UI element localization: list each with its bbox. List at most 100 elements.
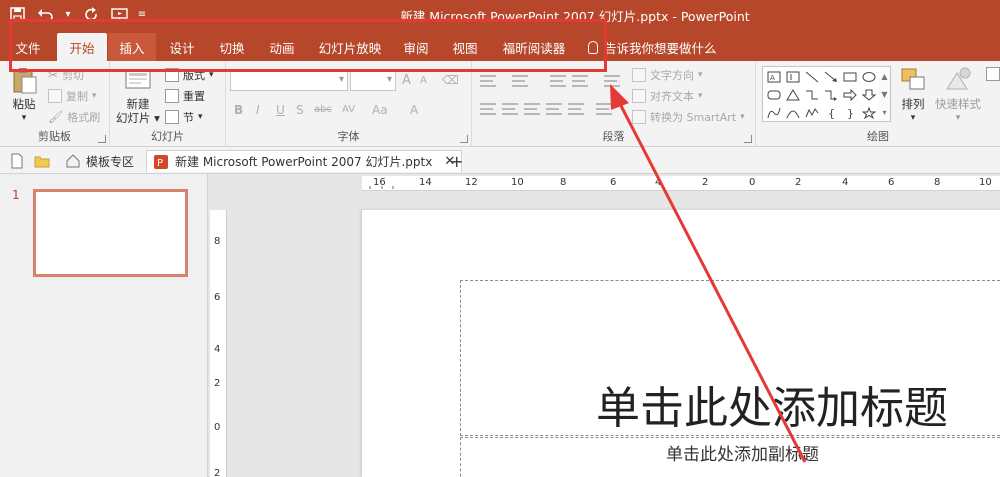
shapes-gallery[interactable]: A { } (762, 66, 880, 122)
svg-text:A: A (770, 74, 775, 82)
open-folder-button[interactable] (28, 150, 56, 172)
clear-formatting-icon[interactable]: ⌫ (442, 73, 459, 87)
scroll-down-icon[interactable]: ▼ (881, 90, 887, 99)
arrange-button[interactable]: 排列 ▾ (894, 65, 932, 125)
gallery-more-icon[interactable]: ▾ (882, 108, 886, 117)
down-arrow-shape-icon[interactable] (859, 86, 878, 104)
character-spacing-button[interactable]: AV (342, 104, 355, 115)
curve-shape-icon[interactable] (764, 104, 783, 122)
distributed-icon[interactable] (568, 103, 584, 115)
doc-tab-templates[interactable]: 模板专区 (60, 150, 140, 172)
decrease-indent-icon[interactable] (550, 75, 566, 87)
shadow-button[interactable]: S (296, 103, 304, 117)
font-color-icon[interactable]: A (410, 103, 418, 117)
textbox-shape-icon[interactable]: A (764, 68, 783, 86)
strikethrough-button[interactable]: abc (314, 104, 332, 115)
align-center-icon[interactable] (502, 103, 518, 115)
align-right-icon[interactable] (524, 103, 540, 115)
convert-smartart-button[interactable]: 转换为 SmartArt ▾ (632, 109, 745, 125)
group-paragraph: 文字方向 ▾ 对齐文本 ▾ 转换为 SmartArt ▾ 段落 (472, 61, 756, 147)
slide-canvas[interactable]: 单击此处添加标题 单击此处添加副标题 (362, 210, 1000, 477)
rounded-rectangle-shape-icon[interactable] (764, 86, 783, 104)
ruler-h-label: 4 (655, 177, 662, 188)
group-font: A A ⌫ B I U S abc AV Aa A 字体 (226, 61, 472, 147)
section-button[interactable]: 节 ▾ (165, 109, 203, 125)
section-icon (165, 110, 179, 124)
slides-group-label: 幻灯片 (151, 130, 184, 143)
reset-label: 重置 (183, 90, 205, 103)
new-file-icon (11, 153, 23, 169)
justify-icon[interactable] (546, 103, 562, 115)
numbering-icon[interactable] (512, 75, 528, 87)
new-tab-button[interactable]: + (444, 150, 469, 172)
tell-me-search[interactable]: 告诉我你想要做什么 (588, 33, 717, 61)
arrow-line-shape-icon[interactable] (821, 68, 840, 86)
oval-shape-icon[interactable] (859, 68, 878, 86)
shrink-font-button[interactable]: A (420, 75, 427, 86)
left-brace-shape-icon[interactable]: { (821, 104, 840, 122)
rectangle-shape-icon[interactable] (840, 68, 859, 86)
ruler-v-label: 8 (214, 236, 221, 247)
smartart-icon (632, 110, 646, 124)
format-painter-button[interactable]: 🖌 格式刷 (48, 109, 100, 125)
copy-button[interactable]: 复制 ▾ (48, 88, 97, 104)
arrange-label: 排列 (901, 97, 925, 111)
change-case-button[interactable]: Aa (372, 103, 388, 117)
new-slide-button[interactable]: 新建 幻灯片 ▾ (114, 65, 162, 125)
triangle-shape-icon[interactable] (783, 86, 802, 104)
freeform-shape-icon[interactable] (802, 104, 821, 122)
arc-shape-icon[interactable] (783, 104, 802, 122)
slide-thumbnail-pane: 1 (0, 174, 208, 477)
horizontal-ruler-ticks (369, 186, 394, 189)
font-dialog-launcher-icon[interactable] (460, 135, 468, 143)
doc-tab-templates-label: 模板专区 (86, 154, 135, 169)
tell-me-label: 告诉我你想要做什么 (604, 40, 717, 56)
ruler-h-label: 12 (465, 177, 478, 188)
vertical-textbox-shape-icon[interactable] (783, 68, 802, 86)
group-clipboard: 粘贴 ▾ ✂ 剪切 复制 ▾ 🖌 格式刷 剪贴板 (0, 61, 110, 147)
horizontal-ruler: 16 14 12 10 8 6 4 2 0 2 4 6 8 10 (362, 176, 1000, 191)
quick-styles-button[interactable]: 快速样式 ▾ (932, 65, 984, 125)
ruler-h-label: 14 (419, 177, 432, 188)
powerpoint-file-icon: P (154, 154, 168, 169)
ruler-h-label: 6 (888, 177, 895, 188)
ruler-h-label: 4 (842, 177, 849, 188)
bold-button[interactable]: B (234, 103, 243, 117)
slide-thumbnail[interactable] (33, 189, 188, 277)
italic-button[interactable]: I (256, 103, 260, 117)
line-shape-icon[interactable] (802, 68, 821, 86)
font-size-dropdown[interactable] (350, 71, 396, 91)
clipboard-dialog-launcher-icon[interactable] (98, 135, 106, 143)
elbow-connector-shape-icon[interactable] (802, 86, 821, 104)
bullets-icon[interactable] (480, 75, 496, 87)
underline-button[interactable]: U (276, 103, 285, 117)
file-icon-button[interactable] (4, 150, 30, 172)
increase-indent-icon[interactable] (572, 75, 588, 87)
align-text-button[interactable]: 对齐文本 ▾ (632, 88, 703, 104)
star-shape-icon[interactable] (859, 104, 878, 122)
reset-button[interactable]: 重置 (165, 88, 205, 104)
copy-label: 复制 (66, 90, 88, 103)
elbow-arrow-shape-icon[interactable] (821, 86, 840, 104)
align-text-icon (632, 89, 646, 103)
right-brace-shape-icon[interactable]: } (840, 104, 859, 122)
paintbrush-icon: 🖌 (48, 110, 64, 124)
section-label: 节 (183, 111, 194, 124)
title-placeholder-text[interactable]: 单击此处添加标题 (596, 372, 948, 436)
right-arrow-shape-icon[interactable] (840, 86, 859, 104)
paragraph-dialog-launcher-icon[interactable] (744, 135, 752, 143)
align-left-icon[interactable] (480, 103, 496, 115)
shapes-gallery-scroll[interactable]: ▲ ▼ ▾ (879, 66, 891, 122)
paste-button[interactable]: 粘贴 ▾ (6, 65, 42, 125)
grow-font-button[interactable]: A (402, 73, 411, 88)
columns-icon[interactable] (596, 103, 612, 115)
vertical-ruler: 8 6 4 2 0 2 (210, 210, 227, 477)
text-direction-button[interactable]: 文字方向 ▾ (632, 67, 703, 83)
scroll-up-icon[interactable]: ▲ (881, 72, 887, 81)
subtitle-placeholder-text[interactable]: 单击此处添加副标题 (666, 440, 819, 465)
ruler-h-label: 8 (934, 177, 941, 188)
font-family-dropdown[interactable] (230, 71, 348, 91)
doc-tab-presentation[interactable]: P 新建 Microsoft PowerPoint 2007 幻灯片.pptx … (146, 150, 463, 172)
shape-fill-icon[interactable] (986, 67, 1000, 81)
line-spacing-icon[interactable] (604, 75, 620, 87)
